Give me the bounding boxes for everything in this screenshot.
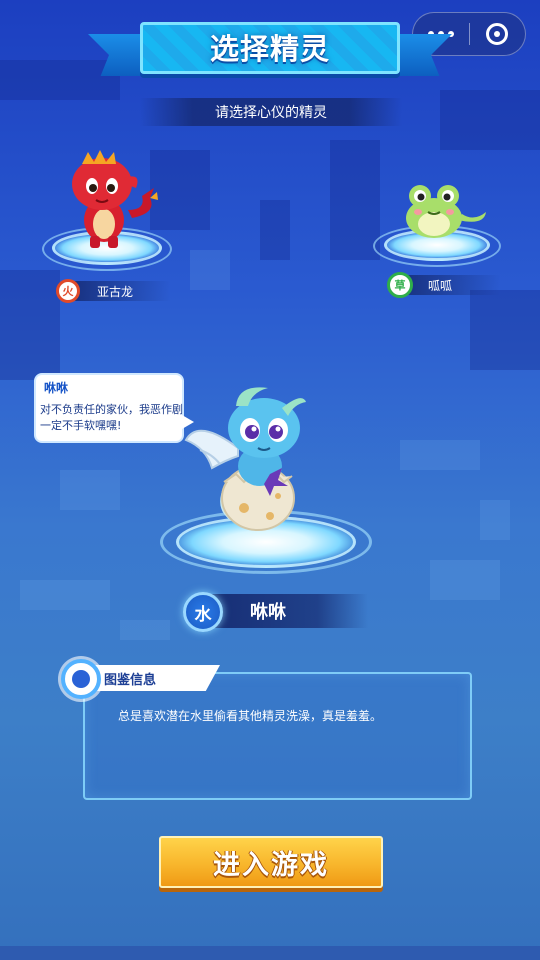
grass-element-badge: 草 — [387, 272, 413, 298]
selected-spirit-name: 咻咻 — [250, 602, 286, 623]
green-frog-sprite — [406, 185, 486, 238]
red-dragon-sprite — [72, 150, 158, 248]
water-element-badge: 水 — [183, 592, 223, 632]
fire-element-badge: 火 — [56, 279, 80, 303]
info-panel — [83, 672, 472, 800]
spirit-right-name: 呱呱 — [428, 279, 453, 293]
bubble-text: 对不负责任的家伙，我恶作剧一定不手软嘿嘿! — [40, 403, 183, 432]
bottom-strip — [0, 946, 540, 960]
title-banner: 选择精灵 — [88, 20, 452, 78]
bubble-speaker-name: 咻咻 — [44, 381, 69, 395]
water-dragon-sprite — [184, 387, 306, 531]
info-panel-emblem — [61, 659, 101, 699]
target-close-icon[interactable] — [469, 12, 525, 56]
page-title: 选择精灵 — [209, 32, 330, 66]
speech-bubble: 咻咻 对不负责任的家伙，我恶作剧一定不手软嘿嘿! — [34, 373, 194, 443]
enter-game-label: 进入游戏 — [213, 849, 329, 881]
enter-game-button[interactable]: 进入游戏 — [159, 836, 383, 888]
page-subtitle: 请选择心仪的精灵 — [215, 105, 327, 121]
info-panel-description: 总是喜欢潜在水里偷看其他精灵洗澡，真是羞羞。 — [118, 709, 383, 723]
spirit-left-name: 亚古龙 — [97, 285, 134, 299]
info-panel-tab-label: 图鉴信息 — [104, 673, 157, 688]
